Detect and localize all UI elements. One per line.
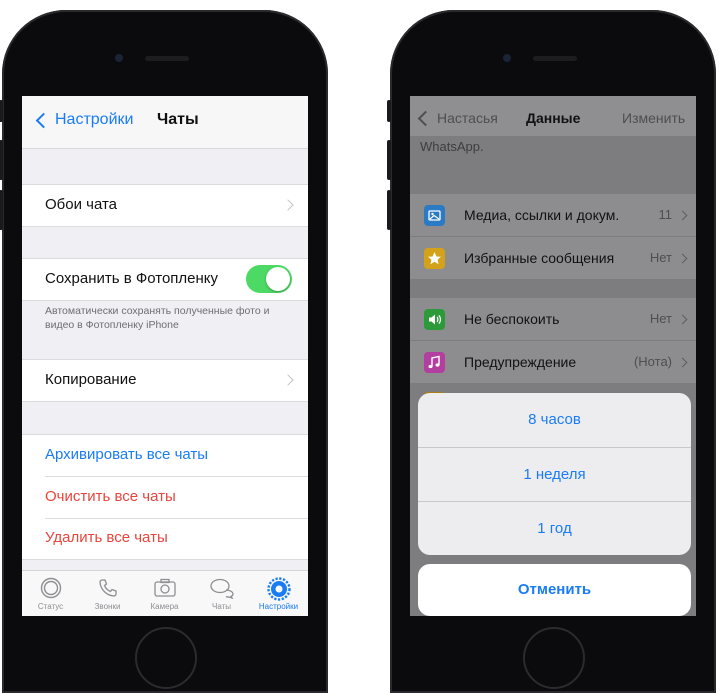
archive-all-button[interactable]: Архивировать все чаты — [22, 435, 308, 476]
home-button[interactable] — [135, 627, 197, 689]
right-phone: Настасья Данные Изменить WhatsApp. Медиа… — [387, 10, 716, 693]
chevron-left-icon — [417, 110, 434, 126]
volume-down-button — [0, 190, 3, 230]
back-label: Настасья — [437, 110, 498, 126]
tab-label: Звонки — [94, 602, 121, 611]
chevron-right-icon — [677, 253, 688, 264]
media-icon — [424, 205, 445, 226]
chat-wallpaper-row[interactable]: Обои чата — [22, 184, 308, 227]
front-camera — [503, 54, 511, 62]
edit-button[interactable]: Изменить — [622, 110, 685, 126]
row-value: Нет — [649, 311, 672, 326]
row-label: Предупреждение — [464, 354, 577, 370]
earpiece — [533, 56, 577, 61]
archive-all-label: Архивировать все чаты — [45, 446, 209, 463]
tab-status[interactable]: Статус — [22, 571, 79, 616]
home-button[interactable] — [523, 627, 585, 689]
tab-camera[interactable]: Камера — [136, 571, 193, 616]
camera-icon — [153, 578, 176, 597]
tab-label: Статус — [37, 602, 64, 611]
delete-all-button[interactable]: Удалить все чаты — [22, 519, 308, 559]
nav-bar: Настасья Данные Изменить — [410, 96, 696, 136]
chevron-right-icon — [677, 314, 688, 325]
mute-switch — [387, 100, 391, 122]
backup-label: Копирование — [45, 371, 137, 388]
page-title: Данные — [526, 110, 581, 126]
media-links-docs-row[interactable]: Медиа, ссылки и докум. 11 — [410, 194, 696, 236]
tab-settings[interactable]: Настройки — [250, 571, 307, 616]
mute-switch — [0, 100, 3, 122]
tab-chats[interactable]: Чаты — [193, 571, 250, 616]
music-note-icon — [424, 352, 445, 373]
tab-label: Настройки — [258, 602, 299, 611]
chats-settings-screen: Настройки Чаты Обои чата Сохранить в Фот… — [22, 96, 308, 616]
save-note: Автоматически сохранять полученные фото … — [45, 305, 270, 331]
clear-all-label: Очистить все чаты — [45, 488, 176, 505]
volume-up-button — [0, 140, 3, 180]
front-camera — [115, 54, 123, 62]
tab-label: Чаты — [211, 602, 232, 611]
clear-all-button[interactable]: Очистить все чаты — [22, 477, 308, 518]
row-label: Медиа, ссылки и докум. — [464, 207, 620, 223]
delete-all-label: Удалить все чаты — [45, 529, 168, 546]
row-label: Не беспокоить — [464, 311, 560, 327]
tab-label: Камера — [150, 602, 179, 611]
toggle-knob — [266, 267, 290, 291]
earpiece — [145, 56, 189, 61]
volume-down-button — [387, 190, 391, 230]
chats-icon — [209, 578, 234, 599]
save-to-camera-roll-label: Сохранить в Фотопленку — [45, 270, 219, 287]
chevron-right-icon — [282, 374, 294, 386]
chat-actions-group: Архивировать все чаты Очистить все чаты … — [22, 434, 308, 560]
left-phone: Настройки Чаты Обои чата Сохранить в Фот… — [0, 10, 328, 693]
row-value: 11 — [658, 207, 673, 222]
back-button[interactable]: Настасья — [417, 110, 498, 126]
speaker-icon — [424, 309, 445, 330]
do-not-disturb-row[interactable]: Не беспокоить Нет — [410, 298, 696, 340]
mute-8-hours-option[interactable]: 8 часов — [418, 393, 691, 447]
row-value: (Нота) — [633, 354, 672, 369]
tab-bar: Статус Звонки Камера Чаты Настройки — [22, 570, 308, 616]
row-label: Избранные сообщения — [464, 250, 615, 266]
volume-up-button — [387, 140, 391, 180]
back-button[interactable]: Настройки — [35, 111, 134, 129]
chat-wallpaper-label: Обои чата — [45, 196, 118, 213]
save-to-camera-roll-row: Сохранить в Фотопленку — [22, 258, 308, 301]
page-title: Чаты — [157, 111, 199, 128]
tab-calls[interactable]: Звонки — [79, 571, 136, 616]
starred-messages-row[interactable]: Избранные сообщения Нет — [410, 237, 696, 279]
backup-row[interactable]: Копирование — [22, 359, 308, 402]
phone-icon — [98, 579, 117, 597]
chevron-left-icon — [35, 112, 52, 128]
chevron-right-icon — [677, 210, 688, 221]
back-label: Настройки — [55, 111, 134, 128]
chevron-right-icon — [677, 357, 688, 368]
alert-tone-row[interactable]: Предупреждение (Нота) — [410, 341, 696, 383]
chevron-right-icon — [282, 199, 294, 211]
save-to-camera-roll-toggle[interactable] — [246, 265, 292, 293]
mute-1-week-option[interactable]: 1 неделя — [418, 448, 691, 502]
cancel-button[interactable]: Отменить — [418, 564, 691, 616]
subtitle-text: WhatsApp. — [420, 139, 484, 154]
contact-data-screen: Настасья Данные Изменить WhatsApp. Медиа… — [410, 96, 696, 616]
nav-bar: Настройки Чаты — [22, 96, 308, 149]
mute-1-year-option[interactable]: 1 год — [418, 502, 691, 555]
status-icon — [40, 577, 61, 599]
star-icon — [424, 248, 445, 269]
mute-options-sheet: 8 часов 1 неделя 1 год — [418, 393, 691, 555]
row-value: Нет — [649, 250, 672, 265]
gear-icon — [266, 577, 291, 601]
